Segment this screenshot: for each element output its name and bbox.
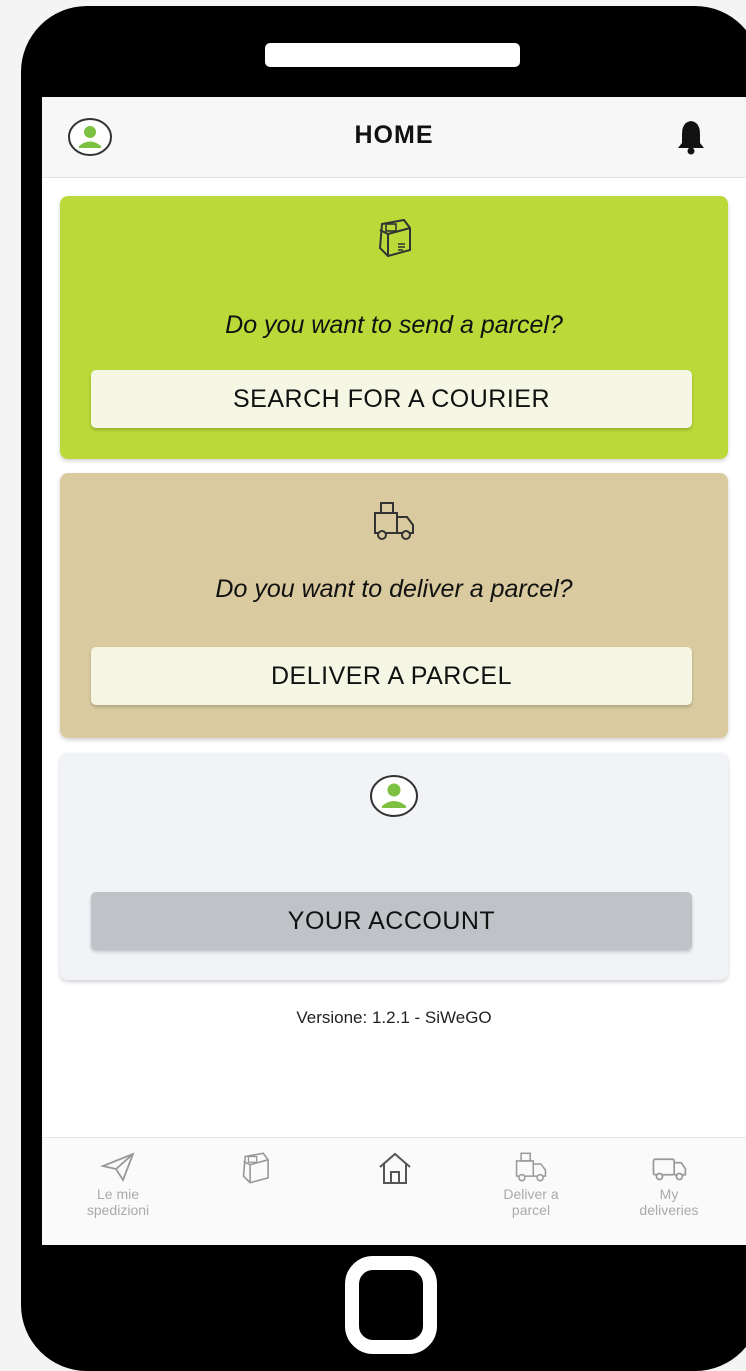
tab-my-deliveries[interactable]: My deliveries [604, 1138, 734, 1245]
tab-home[interactable] [330, 1138, 460, 1245]
tab-label-line2: parcel [511, 1202, 551, 1218]
page-title: HOME [354, 121, 434, 149]
send-parcel-card: Do you want to send a parcel? SEARCH FOR… [60, 196, 728, 459]
your-account-button[interactable]: YOUR ACCOUNT [91, 892, 692, 950]
user-avatar-icon [60, 773, 728, 824]
tab-deliver-a-parcel[interactable]: Deliver a parcel [466, 1138, 596, 1245]
app-screen: HOME Do you want to send a parcel? SEARC… [42, 97, 746, 1245]
bottom-tab-bar: Le mie spedizioni Deliver a parcel My de… [42, 1137, 746, 1245]
account-card: YOUR ACCOUNT [60, 753, 728, 980]
app-header: HOME [42, 97, 746, 178]
deliver-parcel-card: Do you want to deliver a parcel? DELIVER… [60, 473, 728, 738]
tab-label-line2: deliveries [639, 1202, 699, 1218]
deliver-parcel-button[interactable]: DELIVER A PARCEL [91, 647, 692, 705]
send-question: Do you want to send a parcel? [225, 311, 563, 339]
home-icon [379, 1152, 411, 1184]
delivery-truck-icon [60, 499, 728, 548]
tab-le-mie-spedizioni[interactable]: Le mie spedizioni [53, 1138, 183, 1245]
tab-label-line1: My [659, 1186, 679, 1202]
deliver-question: Do you want to deliver a parcel? [215, 575, 573, 603]
bell-icon[interactable] [674, 117, 708, 162]
tab-send[interactable] [190, 1138, 320, 1245]
phone-home-button[interactable] [345, 1256, 437, 1354]
tab-label-line2: spedizioni [86, 1202, 150, 1218]
phone-speaker [265, 43, 520, 67]
paper-plane-icon [99, 1152, 135, 1182]
van-icon [652, 1158, 687, 1181]
tab-label-line1: Deliver a [503, 1186, 559, 1202]
package-icon [242, 1152, 269, 1184]
search-courier-button[interactable]: SEARCH FOR A COURIER [91, 370, 692, 428]
version-label: Versione: 1.2.1 - SiWeGO [296, 1008, 492, 1027]
tab-label-line1: Le mie [96, 1186, 140, 1202]
delivery-truck-icon [515, 1152, 547, 1182]
package-icon [60, 216, 728, 265]
